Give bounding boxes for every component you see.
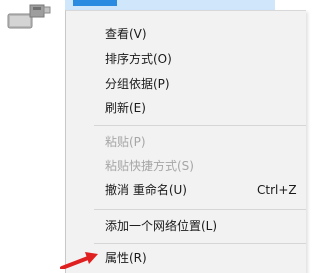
menu-item-paste-shortcut: 粘贴快捷方式(S) bbox=[66, 155, 306, 178]
context-menu: 查看(V) 排序方式(O) 分组依据(P) 刷新(E) 粘贴(P) 粘贴快捷方式… bbox=[65, 10, 306, 273]
menu-item-label: 查看(V) bbox=[105, 27, 147, 41]
menu-item-label: 排序方式(O) bbox=[105, 52, 172, 66]
menu-item-paste: 粘贴(P) bbox=[66, 131, 306, 154]
menu-item-properties[interactable]: 属性(R) bbox=[66, 247, 306, 270]
menu-item-label: 粘贴(P) bbox=[105, 135, 146, 149]
menu-item-shortcut: Ctrl+Z bbox=[257, 183, 297, 197]
menu-item-label: 刷新(E) bbox=[105, 101, 146, 115]
red-arrow-icon bbox=[60, 248, 100, 269]
menu-item-view[interactable]: 查看(V) bbox=[66, 23, 306, 46]
menu-item-label: 撤消 重命名(U) bbox=[105, 183, 187, 197]
menu-item-refresh[interactable]: 刷新(E) bbox=[66, 97, 306, 120]
menu-item-label: 粘贴快捷方式(S) bbox=[105, 159, 194, 173]
menu-item-undo-rename[interactable]: 撤消 重命名(U) Ctrl+Z bbox=[66, 179, 306, 202]
menu-separator bbox=[94, 209, 306, 210]
menu-separator bbox=[94, 125, 306, 126]
menu-item-add-network-location[interactable]: 添加一个网络位置(L) bbox=[66, 215, 306, 238]
menu-item-group-by[interactable]: 分组依据(P) bbox=[66, 73, 306, 96]
menu-item-label: 属性(R) bbox=[105, 251, 147, 265]
selection-accent bbox=[73, 0, 117, 6]
menu-item-label: 分组依据(P) bbox=[105, 77, 170, 91]
screenshot-scene: 查看(V) 排序方式(O) 分组依据(P) 刷新(E) 粘贴(P) 粘贴快捷方式… bbox=[0, 0, 306, 273]
menu-separator bbox=[94, 243, 306, 244]
menu-item-sort-by[interactable]: 排序方式(O) bbox=[66, 48, 306, 71]
usb-drive-icon[interactable] bbox=[4, 0, 64, 36]
menu-item-label: 添加一个网络位置(L) bbox=[105, 219, 218, 233]
